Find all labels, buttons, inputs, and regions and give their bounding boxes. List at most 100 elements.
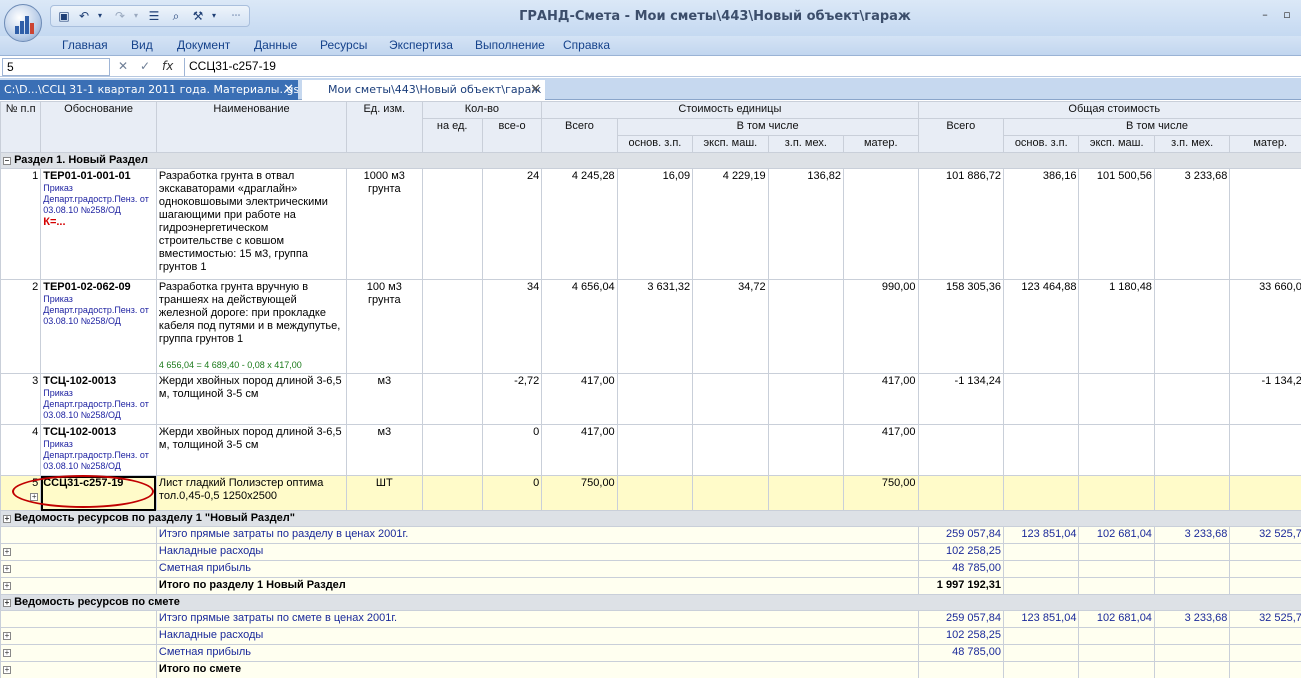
app-menu-button[interactable] bbox=[4, 4, 42, 42]
total-cell[interactable]: 101 886,72 bbox=[917, 168, 1005, 280]
expand-icon[interactable]: + bbox=[3, 515, 11, 523]
total-zpm-cell[interactable]: 3 233,68 bbox=[1153, 168, 1231, 280]
section-row[interactable]: – Раздел 1. Новый Раздел bbox=[0, 152, 1301, 169]
total-em-cell[interactable] bbox=[1078, 373, 1155, 425]
minimize-icon[interactable]: – bbox=[1258, 8, 1272, 22]
table-row[interactable]: 2 ТЕР01-02-062-09 Приказ Департ.градостр.… bbox=[0, 279, 1301, 374]
summary-zp[interactable]: 123 851,04 bbox=[1003, 526, 1080, 544]
redo-dropdown-icon[interactable]: ▾ bbox=[129, 9, 143, 23]
unit-em-cell[interactable]: 4 229,19 bbox=[692, 168, 769, 280]
unit-mat-cell[interactable] bbox=[843, 168, 919, 280]
total-zpm-cell[interactable] bbox=[1153, 373, 1231, 425]
col-header-zpm[interactable]: з.п. мех. bbox=[767, 135, 845, 153]
name-cell[interactable]: Жерди хвойных пород длиной 3-6,5 м, толщ… bbox=[155, 373, 348, 425]
expand-icon[interactable]: + bbox=[30, 493, 39, 501]
summary-zpm[interactable]: 3 233,68 bbox=[1153, 610, 1231, 628]
cancel-icon[interactable]: ✕ bbox=[118, 59, 128, 73]
unit-total-cell[interactable]: 4 656,04 bbox=[541, 279, 618, 374]
total-em-cell[interactable] bbox=[1078, 424, 1155, 476]
qty-all-cell[interactable]: -2,72 bbox=[481, 373, 543, 425]
tools-dropdown-icon[interactable]: ▾ bbox=[207, 9, 221, 23]
col-header-zpm[interactable]: з.п. мех. bbox=[1153, 135, 1231, 153]
total-zp-cell[interactable]: 386,16 bbox=[1003, 168, 1080, 280]
summary-row[interactable]: + Сметная прибыль 48 785,00 bbox=[0, 644, 1301, 662]
summary-row[interactable]: + Сметная прибыль 48 785,00 bbox=[0, 560, 1301, 578]
col-header-qty[interactable]: Кол-во bbox=[421, 101, 543, 119]
expand-icon[interactable]: + bbox=[3, 666, 11, 674]
unit-total-cell[interactable]: 750,00 bbox=[541, 475, 618, 511]
confirm-icon[interactable]: ✓ bbox=[140, 59, 150, 73]
qty-all-cell[interactable]: 0 bbox=[481, 424, 543, 476]
name-cell[interactable]: Разработка грунта в отвал экскаваторами … bbox=[155, 168, 348, 280]
restore-icon[interactable]: ▫ bbox=[1280, 8, 1294, 22]
unit-cell[interactable]: ШТ bbox=[346, 475, 423, 511]
name-cell[interactable]: Жерди хвойных пород длиной 3-6,5 м, толщ… bbox=[155, 424, 348, 476]
unit-zpm-cell[interactable] bbox=[767, 373, 845, 425]
total-zp-cell[interactable] bbox=[1003, 373, 1080, 425]
formula-input[interactable]: ССЦ31-с257-19 bbox=[184, 58, 1294, 76]
unit-em-cell[interactable]: 34,72 bbox=[692, 279, 769, 374]
total-em-cell[interactable]: 101 500,56 bbox=[1078, 168, 1155, 280]
unit-total-cell[interactable]: 417,00 bbox=[541, 373, 618, 425]
col-header-basis[interactable]: Обоснование bbox=[40, 101, 157, 153]
basis-cell[interactable]: ТСЦ-102-0013 Приказ Департ.градостр.Пенз.… bbox=[40, 424, 157, 476]
qty-per-cell[interactable] bbox=[421, 475, 483, 511]
basis-cell-selected[interactable]: ССЦ31-с257-19 bbox=[40, 475, 157, 511]
unit-em-cell[interactable] bbox=[692, 475, 769, 511]
unit-zpm-cell[interactable] bbox=[767, 279, 845, 374]
tab-expertise[interactable]: Экспертиза bbox=[389, 38, 453, 52]
undo-dropdown-icon[interactable]: ▾ bbox=[93, 9, 107, 23]
basis-cell[interactable]: ТСЦ-102-0013 Приказ Департ.градостр.Пенз.… bbox=[40, 373, 157, 425]
tab-execution[interactable]: Выполнение bbox=[475, 38, 545, 52]
properties-icon[interactable]: ☰ bbox=[147, 9, 161, 23]
table-row[interactable]: 3 ТСЦ-102-0013 Приказ Департ.градостр.Пен… bbox=[0, 373, 1301, 425]
cell-reference-input[interactable]: 5 bbox=[2, 58, 110, 76]
save-icon[interactable]: ▣ bbox=[57, 9, 71, 23]
qty-all-cell[interactable]: 24 bbox=[481, 168, 543, 280]
unit-cell[interactable]: 1000 м3 грунта bbox=[346, 168, 423, 280]
unit-mat-cell[interactable]: 417,00 bbox=[843, 424, 919, 476]
customize-icon[interactable]: ⋯ bbox=[229, 9, 243, 23]
basis-cell[interactable]: ТЕР01-02-062-09 Приказ Департ.градостр.Пе… bbox=[40, 279, 157, 374]
table-row-selected[interactable]: 5 + ССЦ31-с257-19 Лист гладкий Полиэстер … bbox=[0, 475, 1301, 511]
unit-em-cell[interactable] bbox=[692, 424, 769, 476]
total-cell[interactable]: -1 134,24 bbox=[917, 373, 1005, 425]
summary-row[interactable]: + Накладные расходы 102 258,25 bbox=[0, 543, 1301, 561]
total-zpm-cell[interactable] bbox=[1153, 475, 1231, 511]
unit-em-cell[interactable] bbox=[692, 373, 769, 425]
tab-view[interactable]: Вид bbox=[131, 38, 153, 52]
fx-icon[interactable]: fx bbox=[162, 59, 173, 73]
qty-per-cell[interactable] bbox=[421, 168, 483, 280]
unit-total-cell[interactable]: 4 245,28 bbox=[541, 168, 618, 280]
col-header-qty-per[interactable]: на ед. bbox=[421, 118, 483, 153]
col-header-em[interactable]: эксп. маш. bbox=[692, 135, 769, 153]
unit-zp-cell[interactable] bbox=[616, 475, 694, 511]
section-total-row[interactable]: + Итого по разделу 1 Новый Раздел 1 997 … bbox=[0, 577, 1301, 595]
qty-per-cell[interactable] bbox=[421, 424, 483, 476]
summary-mat[interactable]: 32 525,76 bbox=[1229, 526, 1301, 544]
table-row[interactable]: 4 ТСЦ-102-0013 Приказ Департ.градостр.Пен… bbox=[0, 424, 1301, 476]
unit-cell[interactable]: м3 bbox=[346, 424, 423, 476]
col-header-zp[interactable]: основ. з.п. bbox=[1003, 135, 1080, 153]
summary-em[interactable]: 102 681,04 bbox=[1078, 610, 1155, 628]
tab-document[interactable]: Документ bbox=[177, 38, 230, 52]
total-mat-cell[interactable]: -1 134,24 bbox=[1229, 373, 1301, 425]
total-mat-cell[interactable] bbox=[1229, 424, 1301, 476]
col-header-mat[interactable]: матер. bbox=[1229, 135, 1301, 153]
collapse-icon[interactable]: – bbox=[3, 157, 11, 165]
total-mat-cell[interactable] bbox=[1229, 168, 1301, 280]
name-cell[interactable]: Разработка грунта вручную в траншеях на … bbox=[155, 279, 348, 374]
summary-total[interactable]: 102 258,25 bbox=[917, 627, 1005, 645]
total-zp-cell[interactable]: 123 464,88 bbox=[1003, 279, 1080, 374]
qty-per-cell[interactable] bbox=[421, 279, 483, 374]
total-mat-cell[interactable]: 33 660,00 bbox=[1229, 279, 1301, 374]
col-header-name[interactable]: Наименование bbox=[155, 101, 348, 153]
total-mat-cell[interactable] bbox=[1229, 475, 1301, 511]
section-total-value[interactable]: 1 997 192,31 bbox=[917, 577, 1005, 595]
unit-mat-cell[interactable]: 750,00 bbox=[843, 475, 919, 511]
summary-total[interactable]: 48 785,00 bbox=[917, 560, 1005, 578]
find-icon[interactable]: ⌕ bbox=[169, 9, 183, 23]
estimate-total-row[interactable]: + Итого по смете bbox=[0, 661, 1301, 678]
tab-help[interactable]: Справка bbox=[563, 38, 610, 52]
col-header-zp[interactable]: основ. з.п. bbox=[616, 135, 694, 153]
